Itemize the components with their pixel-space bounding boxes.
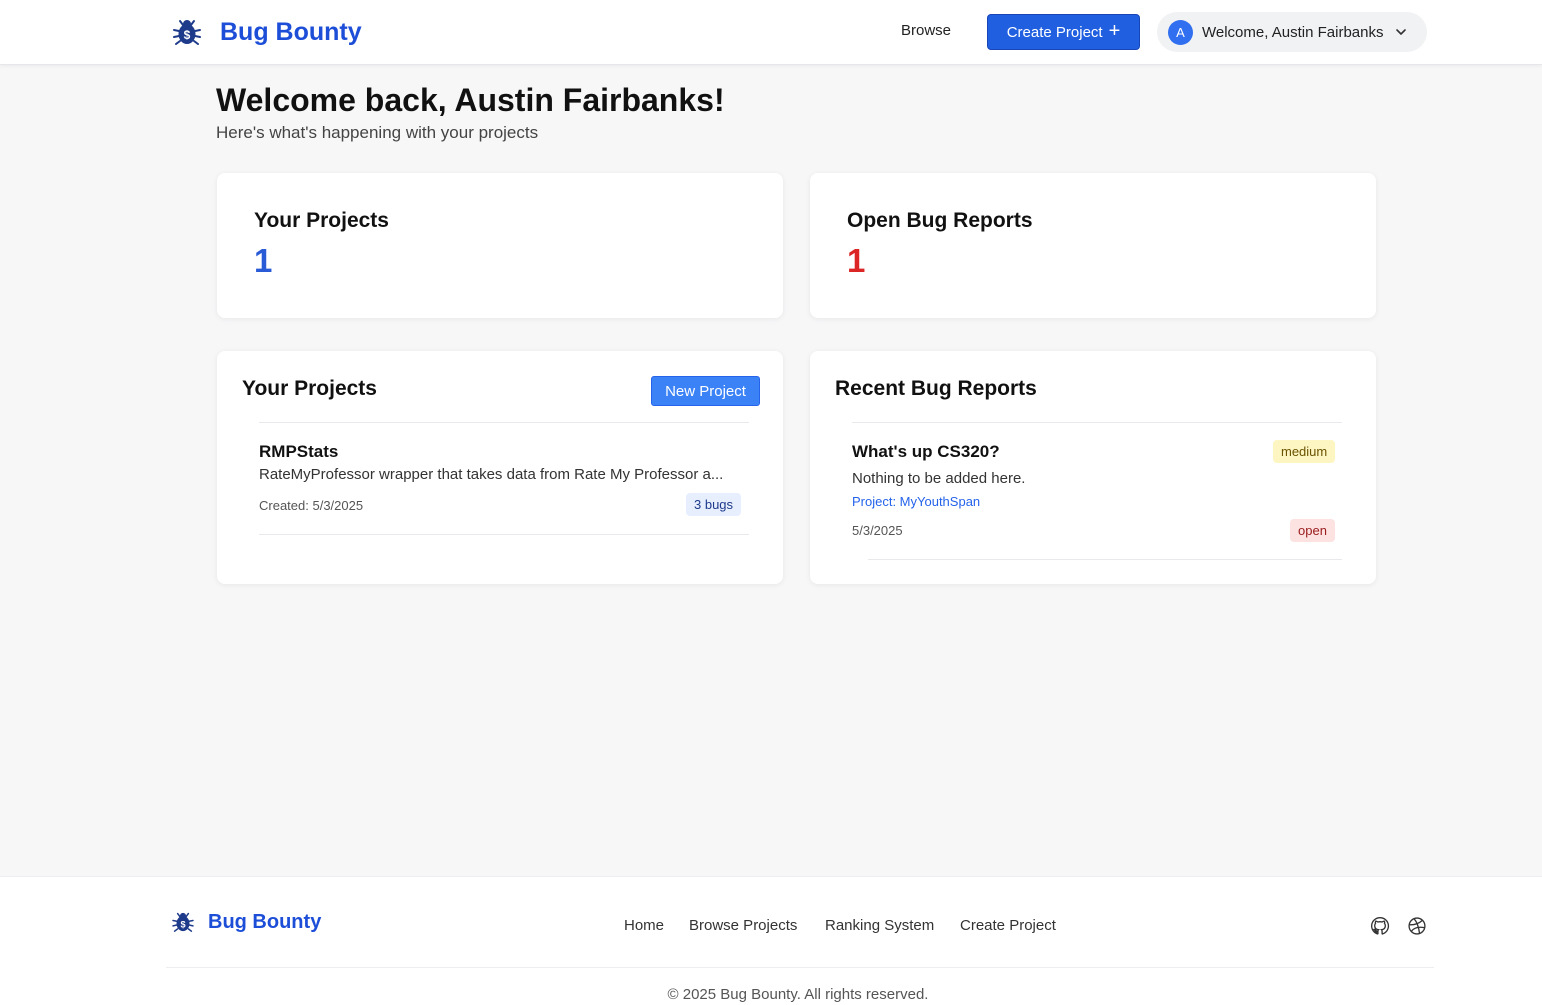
chevron-down-icon [1396,29,1407,35]
create-project-button[interactable]: Create Project + [987,14,1140,50]
top-nav: $ Bug Bounty Browse Create Project + A W… [0,0,1542,65]
divider [259,422,749,423]
dribbble-icon[interactable] [1407,916,1427,936]
bug-reports-card: Recent Bug Reports What's up CS320? medi… [810,351,1376,584]
page-title: Welcome back, Austin Fairbanks! [216,82,725,118]
brand-logo-link[interactable]: $ Bug Bounty [170,13,362,51]
footer-link-browse-projects[interactable]: Browse Projects [689,917,797,934]
user-greeting: Welcome, Austin Fairbanks [1202,23,1384,41]
footer-link-home[interactable]: Home [624,917,664,934]
bug-logo-icon: $ [173,20,201,45]
svg-text:$: $ [180,919,185,929]
project-description: RateMyProfessor wrapper that takes data … [259,466,724,483]
bug-date: 5/3/2025 [852,523,903,538]
footer: $ Bug Bounty Home Browse Projects Rankin… [0,876,1542,1005]
projects-section-title: Your Projects [242,377,377,400]
copyright-text: © 2025 Bug Bounty. All rights reserved. [667,986,929,1003]
projects-list-card: Your Projects New Project RMPStats RateM… [217,351,783,584]
bug-count-badge: 3 bugs [686,493,742,516]
brand-name: Bug Bounty [220,17,362,46]
bugs-stat-card: Open Bug Reports 1 [810,173,1376,318]
projects-stat-label: Your Projects [254,209,389,232]
footer-divider [166,967,1434,968]
divider [868,559,1342,560]
status-badge: open [1290,519,1335,542]
project-created-date: Created: 5/3/2025 [259,498,364,513]
user-menu-dropdown[interactable]: A Welcome, Austin Fairbanks [1157,12,1427,52]
bug-logo-icon: $ [172,912,194,932]
divider [259,534,749,535]
bugs-section-title: Recent Bug Reports [835,377,1037,400]
svg-text:$: $ [184,28,191,42]
new-project-button[interactable]: New Project [651,376,760,406]
projects-stat-value: 1 [254,242,273,279]
create-project-label: Create Project [1006,23,1103,41]
projects-stat-card: Your Projects 1 [217,173,783,318]
footer-link-create-project[interactable]: Create Project [960,917,1056,934]
github-icon[interactable] [1370,916,1390,936]
avatar: A [1168,19,1193,45]
divider [852,422,1342,423]
plus-icon: + [1108,20,1121,42]
bug-title[interactable]: What's up CS320? [852,442,1000,462]
severity-badge: medium [1273,440,1336,463]
footer-brand-link[interactable]: $ Bug Bounty [170,909,321,935]
footer-brand-name: Bug Bounty [208,910,322,933]
page-subtitle: Here's what's happening with your projec… [216,123,539,142]
nav-browse-link[interactable]: Browse [901,22,951,39]
bug-project-link[interactable]: Project: MyYouthSpan [852,494,980,509]
footer-link-ranking-system[interactable]: Ranking System [825,917,934,934]
bugs-stat-value: 1 [847,242,866,279]
bugs-stat-label: Open Bug Reports [847,209,1033,232]
bug-description: Nothing to be added here. [852,470,1026,487]
project-name[interactable]: RMPStats [259,442,338,462]
